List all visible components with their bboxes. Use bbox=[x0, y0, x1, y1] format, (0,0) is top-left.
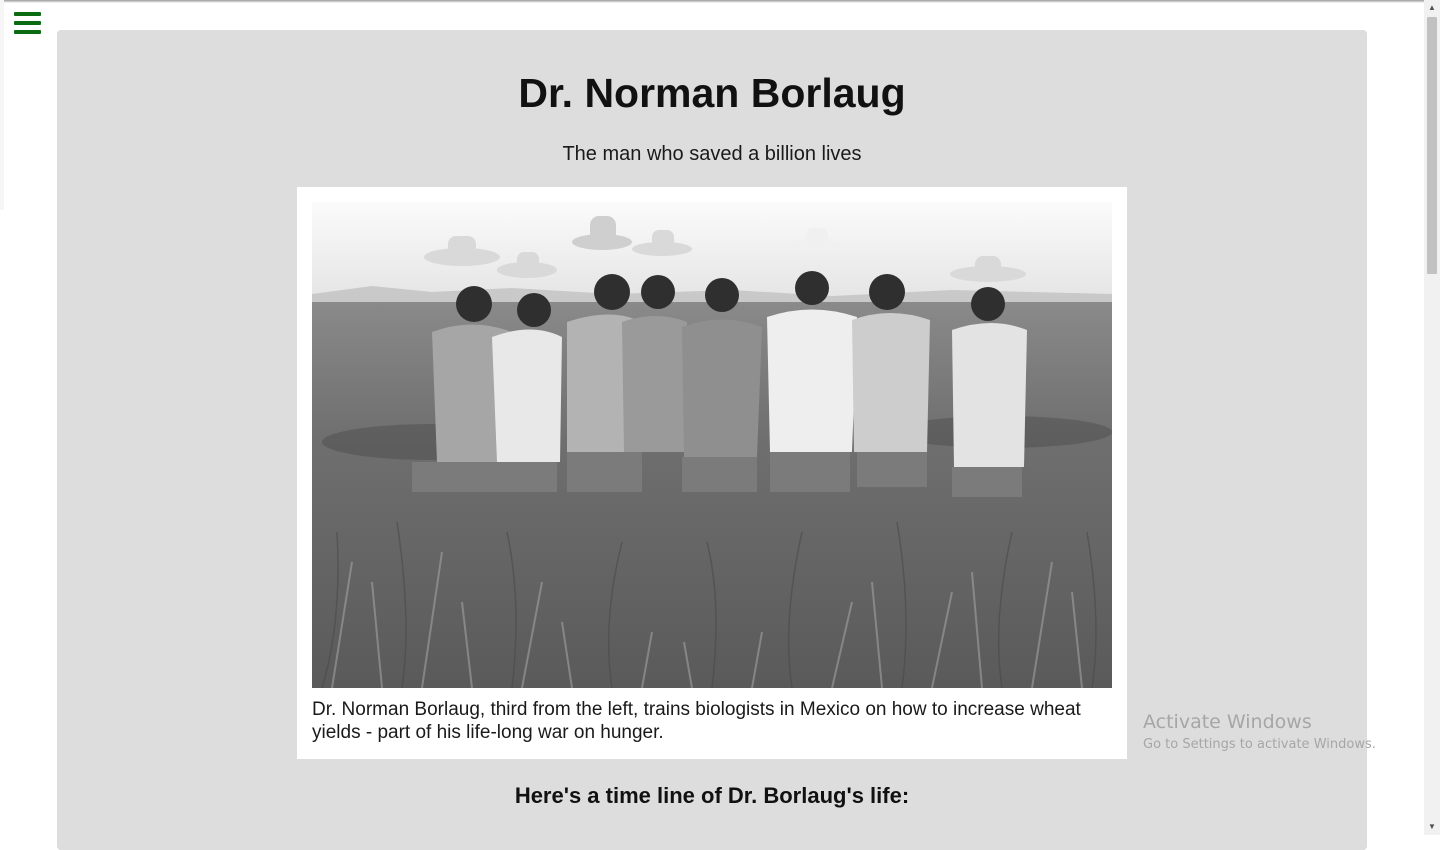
figure-card: Dr. Norman Borlaug, third from the left,… bbox=[297, 187, 1127, 759]
triangle-up-icon[interactable]: ▲ bbox=[1424, 0, 1440, 16]
vertical-scrollbar[interactable]: ▲ ▼ bbox=[1424, 0, 1440, 835]
menu-bar bbox=[14, 30, 41, 34]
page-subtitle: The man who saved a billion lives bbox=[562, 143, 862, 165]
scrollbar-thumb[interactable] bbox=[1427, 17, 1437, 274]
page-title: Dr. Norman Borlaug bbox=[518, 70, 906, 116]
timeline-heading: Here's a time line of Dr. Borlaug's life… bbox=[514, 783, 910, 808]
side-strip bbox=[0, 0, 4, 210]
photo-caption: Dr. Norman Borlaug, third from the left,… bbox=[312, 699, 1081, 743]
main-content: Dr. Norman Borlaug The man who saved a b… bbox=[57, 30, 1367, 850]
triangle-down-icon[interactable]: ▼ bbox=[1424, 819, 1440, 835]
borlaug-field-photo bbox=[312, 202, 1112, 688]
hamburger-menu-icon[interactable] bbox=[14, 11, 41, 35]
menu-bar bbox=[14, 12, 41, 16]
menu-bar bbox=[14, 21, 41, 25]
top-shadow bbox=[0, 0, 1424, 3]
